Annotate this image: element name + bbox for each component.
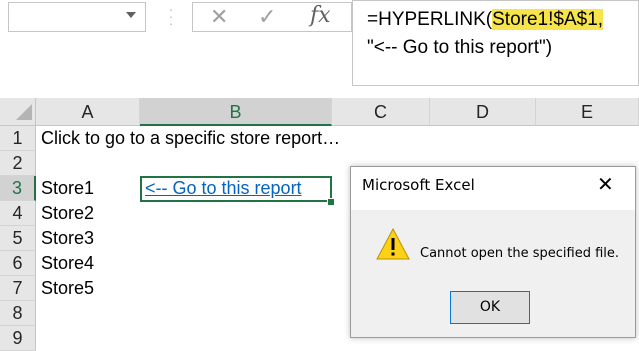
formula-input[interactable]: =HYPERLINK(Store1!$A$1, "<-- Go to this r… [352,0,639,86]
cell-a3[interactable]: Store1 [36,176,94,201]
drag-handle-icon[interactable]: · · · [168,2,174,30]
column-header-a[interactable]: A [36,98,140,126]
enter-icon[interactable]: ✓ [258,5,276,30]
row-header-9[interactable]: 9 [0,326,36,351]
fill-handle[interactable] [327,198,335,206]
column-header-e[interactable]: E [536,98,639,126]
row-header-7[interactable]: 7 [0,276,36,301]
close-icon[interactable]: ✕ [597,172,614,196]
row-header-5[interactable]: 5 [0,226,36,251]
row-header-1[interactable]: 1 [0,126,36,151]
active-cell-border [140,176,332,202]
column-header-c[interactable]: C [332,98,430,126]
row-header-6[interactable]: 6 [0,251,36,276]
column-header-b[interactable]: B [140,98,332,126]
row-header-2[interactable]: 2 [0,151,36,176]
chevron-down-icon[interactable] [126,12,136,18]
cell-a4[interactable]: Store2 [36,201,94,226]
dialog-title: Microsoft Excel [362,176,475,194]
insert-function-icon[interactable]: fx [310,3,331,28]
formula-prefix: =HYPERLINK( [367,9,493,30]
cell-a7[interactable]: Store5 [36,276,94,301]
formula-line-2: "<-- Go to this report") [367,37,553,58]
warning-icon [376,228,410,260]
select-all-icon [16,104,32,120]
row-header-3[interactable]: 3 [0,176,36,201]
cancel-icon[interactable]: ✕ [210,5,228,30]
ok-button[interactable]: OK [450,291,530,324]
cell-a5[interactable]: Store3 [36,226,94,251]
formula-reference-highlight: Store1!$A$1, [492,9,604,30]
row-header-8[interactable]: 8 [0,301,36,326]
column-header-d[interactable]: D [430,98,536,126]
cell-a6[interactable]: Store4 [36,251,94,276]
dialog-message: Cannot open the specified file. [420,246,620,261]
cell-a1[interactable]: Click to go to a specific store report… [36,126,340,151]
row-header-4[interactable]: 4 [0,201,36,226]
